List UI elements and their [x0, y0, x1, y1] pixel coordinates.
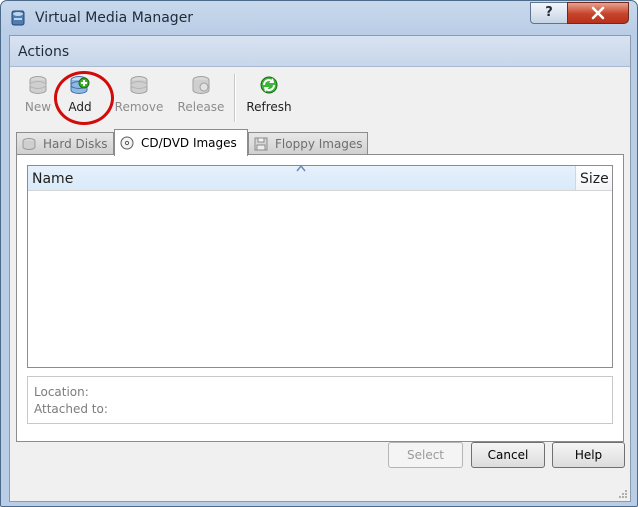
help-button-label: Help: [574, 448, 603, 462]
help-title-button[interactable]: ?: [530, 2, 568, 24]
remove-button[interactable]: Remove: [114, 74, 164, 120]
refresh-button[interactable]: Refresh: [244, 74, 294, 120]
sort-ascending-icon: [296, 165, 306, 172]
tab-floppy-images-label: Floppy Images: [275, 137, 363, 151]
column-header-size[interactable]: Size: [576, 166, 612, 190]
dialog-client-area: Actions New Add Remove Release Refresh H…: [9, 35, 631, 502]
dialog-window: Virtual Media Manager ? Actions New Add …: [0, 0, 638, 507]
media-manager-app-icon: [11, 10, 25, 26]
release-disk-icon: [192, 76, 210, 94]
hard-disk-icon: [22, 138, 36, 150]
column-header-name[interactable]: Name: [28, 165, 576, 190]
new-disk-icon: [29, 76, 47, 94]
cancel-button[interactable]: Cancel: [471, 442, 545, 468]
column-size-label: Size: [580, 171, 609, 187]
remove-disk-icon: [130, 76, 148, 94]
floppy-icon: [254, 137, 268, 151]
actions-header: Actions: [10, 36, 630, 67]
new-button[interactable]: New: [20, 74, 56, 120]
location-label: Location:: [34, 385, 89, 399]
tab-cd-dvd-images-label: CD/DVD Images: [141, 136, 237, 150]
list-header: Name Size: [28, 165, 612, 191]
attached-to-label: Attached to:: [34, 402, 108, 416]
window-title: Virtual Media Manager: [35, 10, 194, 26]
release-button-label: Release: [177, 100, 225, 114]
actions-label: Actions: [18, 44, 70, 60]
media-list[interactable]: Name Size: [27, 165, 613, 368]
tab-floppy-images[interactable]: Floppy Images: [248, 132, 368, 155]
toolbar-separator: [234, 74, 236, 122]
highlight-annotation-circle: [54, 71, 114, 125]
tab-cd-dvd-images[interactable]: CD/DVD Images: [114, 129, 248, 156]
tab-hard-disks[interactable]: Hard Disks: [16, 132, 114, 155]
refresh-icon: [260, 76, 278, 94]
release-button[interactable]: Release: [176, 74, 226, 120]
close-button[interactable]: [567, 2, 629, 24]
select-button[interactable]: Select: [388, 442, 463, 468]
new-button-label: New: [24, 100, 52, 114]
cd-dvd-tab-pane: Name Size Location: Attached to:: [16, 154, 624, 442]
cd-dvd-icon: [120, 136, 134, 150]
refresh-button-label: Refresh: [246, 100, 292, 114]
tab-hard-disks-label: Hard Disks: [43, 137, 108, 151]
help-button[interactable]: Help: [552, 442, 625, 468]
resize-grip-icon[interactable]: [618, 489, 628, 499]
column-name-label: Name: [32, 171, 74, 187]
remove-button-label: Remove: [114, 100, 164, 114]
cancel-button-label: Cancel: [487, 448, 529, 462]
select-button-label: Select: [406, 448, 445, 462]
close-icon: [591, 6, 605, 20]
title-bar[interactable]: Virtual Media Manager ?: [1, 1, 637, 35]
media-info-panel: Location: Attached to:: [27, 376, 613, 424]
